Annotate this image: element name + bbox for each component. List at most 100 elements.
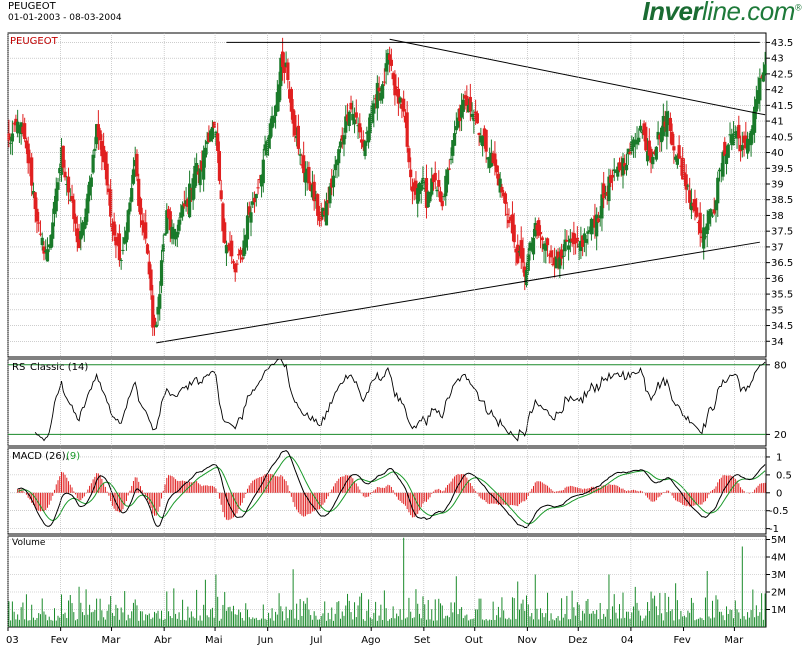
candle-body — [337, 149, 341, 164]
candles — [7, 37, 767, 336]
candle-body — [382, 81, 386, 83]
candle-body — [461, 99, 465, 112]
price-tick-label: 34.5 — [771, 321, 793, 332]
volume-frame — [7, 535, 767, 628]
x-tick-label: 04 — [621, 635, 634, 646]
candle-body — [395, 86, 399, 88]
candle-body — [381, 84, 385, 99]
candle-body — [688, 190, 692, 203]
rsi-panel: 80 20 RS Classic (14) — [7, 358, 787, 447]
candle-body — [596, 218, 601, 223]
candle-body — [144, 222, 148, 239]
candle-body — [98, 130, 102, 141]
candle-body — [198, 168, 202, 186]
candle-body — [419, 184, 423, 191]
macd-tick-label: -1 — [769, 524, 779, 535]
price-tick-label: 38.5 — [771, 195, 793, 206]
candle-body — [347, 111, 351, 126]
stock-chart: 34 34.5 35 35.5 36 36.5 37 37.5 38 38.5 39 39.5 40 40… — [6, 32, 793, 646]
candle-body — [328, 186, 332, 204]
candle-body — [531, 237, 536, 255]
candle-body — [9, 142, 13, 144]
candle-body — [56, 182, 60, 190]
candle-body — [254, 193, 258, 199]
macd-panel: 10.50-0.5-1MACD (26),(9) — [7, 447, 792, 535]
candle-body — [280, 51, 285, 68]
x-tick-label: Set — [414, 635, 431, 646]
candle-body — [668, 117, 672, 131]
candle-body — [73, 216, 78, 224]
candle-body — [677, 145, 681, 159]
price-panel: 34 34.5 35 35.5 36 36.5 37 37.5 38 38.5 39 39.5 40 40… — [7, 32, 793, 358]
macd-signal-label: (9) — [66, 451, 80, 462]
x-tick-label: Jul — [309, 635, 322, 646]
price-tick-label: 41.5 — [771, 101, 793, 112]
price-tick-label: 37 — [771, 242, 784, 253]
candle-body — [117, 233, 122, 261]
candle-body — [503, 193, 508, 204]
price-tick-label: 41 — [771, 117, 784, 128]
candle-body — [703, 236, 708, 238]
candle-body — [484, 129, 488, 152]
price-title: PEUGEOT — [10, 36, 59, 47]
candle-body — [33, 192, 37, 210]
candle-body — [621, 158, 625, 176]
candle-body — [219, 190, 223, 199]
candle-body — [716, 177, 720, 204]
candle-body — [91, 154, 95, 173]
candle-body — [449, 158, 453, 161]
candle-body — [203, 147, 207, 158]
volume-tick-label: 5M — [771, 535, 786, 546]
price-tick-label: 34 — [771, 337, 784, 348]
candle-body — [565, 239, 569, 242]
candle-body — [149, 269, 153, 291]
macd-tick-label: 0 — [776, 488, 782, 499]
candle-body — [240, 257, 244, 260]
candle-body — [438, 191, 443, 202]
price-tick-label: 35.5 — [771, 290, 793, 301]
x-tick-label: Dez — [568, 635, 587, 646]
candle-body — [124, 230, 129, 243]
candle-body — [475, 113, 479, 124]
candle-body — [372, 103, 376, 114]
candle-body — [272, 116, 276, 123]
candle-body — [342, 135, 346, 145]
candle-body — [119, 260, 123, 262]
candle-body — [516, 244, 520, 264]
candle-body — [540, 237, 544, 241]
candle-body — [375, 82, 379, 109]
candle-body — [38, 233, 43, 235]
candle-body — [358, 123, 362, 133]
candle-body — [761, 72, 765, 82]
price-tick-label: 36 — [771, 274, 784, 285]
x-tick-label: Jun — [257, 635, 274, 646]
candle-body — [307, 166, 311, 184]
candle-body — [686, 185, 690, 187]
rsi-tick-label: 20 — [774, 430, 787, 441]
candle-body — [338, 141, 343, 148]
candle-body — [121, 249, 125, 251]
candle-body — [349, 102, 353, 110]
candle-body — [217, 151, 222, 181]
candle-body — [493, 153, 497, 166]
candle-body — [624, 164, 629, 171]
candle-body — [235, 263, 239, 265]
candle-body — [526, 254, 530, 271]
candle-body — [105, 163, 109, 186]
candle-body — [500, 186, 504, 193]
volume-title: Volume — [12, 538, 46, 548]
x-tick-label: Fev — [51, 635, 68, 646]
candle-body — [216, 133, 220, 152]
x-tick-label: Ago — [361, 635, 380, 646]
candle-body — [324, 201, 329, 226]
candle-body — [737, 124, 741, 139]
candle-body — [505, 213, 509, 215]
price-frame — [7, 32, 767, 358]
rsi-line — [34, 358, 766, 442]
candle-body — [558, 257, 562, 269]
candle-body — [389, 59, 393, 66]
candle-body — [354, 112, 358, 118]
candle-body — [256, 187, 260, 189]
candle-body — [233, 263, 237, 273]
candle-body — [684, 174, 688, 190]
